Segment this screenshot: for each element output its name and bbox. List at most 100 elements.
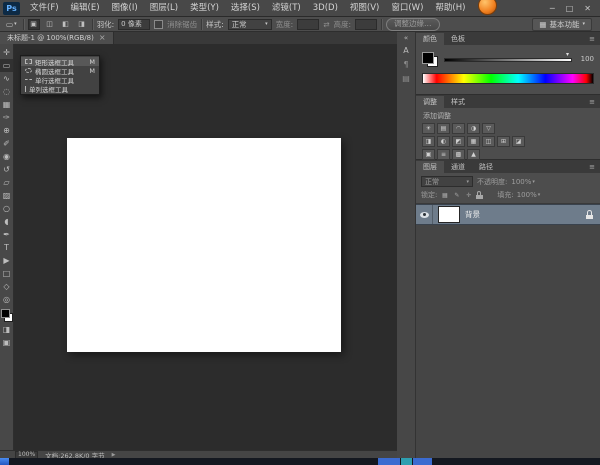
menu-layer[interactable]: 图层(L) — [144, 0, 184, 17]
subtract-from-selection-icon[interactable]: ◧ — [60, 19, 72, 30]
adjustment-icon[interactable]: ◐ — [437, 136, 450, 147]
layer-visibility-cell[interactable] — [416, 205, 433, 224]
path-selection-tool[interactable]: ▶ — [0, 254, 13, 267]
lock-all-icon[interactable] — [476, 191, 483, 199]
adjustment-icon[interactable]: ⊞ — [497, 136, 510, 147]
quick-mask-button[interactable]: ◨ — [0, 323, 13, 336]
taskbar-item[interactable] — [378, 458, 400, 465]
spot-healing-brush-tool[interactable]: ⊕ — [0, 124, 13, 137]
lock-image-pixels-icon[interactable]: ✎ — [452, 191, 461, 200]
fill-value[interactable]: 100% ▾ — [517, 191, 541, 199]
width-input[interactable] — [297, 19, 319, 30]
height-input[interactable] — [355, 19, 377, 30]
adjustment-icon[interactable]: ☀ — [422, 123, 435, 134]
adjustment-icon[interactable]: ▽ — [482, 123, 495, 134]
history-panel-icon[interactable]: ▤ — [399, 71, 414, 85]
hand-tool[interactable]: ◇ — [0, 280, 13, 293]
layer-row-background[interactable]: 背景 — [416, 204, 600, 225]
menu-3d[interactable]: 3D(D) — [307, 0, 344, 17]
panel-menu-icon[interactable]: ≡ — [589, 161, 600, 173]
blend-mode-select[interactable]: 正常 ▾ — [421, 176, 473, 187]
adjustment-icon[interactable]: ▣ — [422, 149, 435, 160]
close-icon[interactable]: ✕ — [584, 4, 591, 13]
adjustment-icon[interactable]: ◑ — [467, 123, 480, 134]
new-selection-icon[interactable]: ▣ — [28, 19, 40, 30]
status-flyout-arrow-icon[interactable]: ▶ — [112, 452, 116, 458]
menu-window[interactable]: 窗口(W) — [385, 0, 429, 17]
restore-icon[interactable]: □ — [566, 4, 574, 13]
add-to-selection-icon[interactable]: ◫ — [44, 19, 56, 30]
adjustment-icon[interactable]: ◨ — [422, 136, 435, 147]
slider-handle-icon[interactable]: ▾ — [566, 51, 569, 58]
lock-position-icon[interactable]: ✛ — [464, 191, 473, 200]
history-brush-tool[interactable]: ↺ — [0, 163, 13, 176]
swap-dimensions-icon[interactable]: ⇄ — [323, 20, 329, 29]
adjustment-icon[interactable]: ≡ — [437, 149, 450, 160]
tool-preset-picker[interactable]: ▭ ▾ — [4, 19, 19, 30]
tab-swatches[interactable]: 色板 — [444, 33, 472, 45]
lock-transparent-pixels-icon[interactable]: ▦ — [440, 191, 449, 200]
feather-input[interactable] — [118, 19, 150, 30]
workspace-switcher[interactable]: ▦ 基本功能 ▾ — [532, 18, 592, 31]
menu-image[interactable]: 图像(I) — [106, 0, 144, 17]
minimize-icon[interactable]: ─ — [550, 4, 555, 13]
foreground-color-swatch[interactable] — [422, 52, 434, 64]
foreground-color-swatch[interactable] — [1, 309, 10, 318]
tab-color[interactable]: 颜色 — [416, 33, 444, 45]
clone-stamp-tool[interactable]: ◉ — [0, 150, 13, 163]
menu-help[interactable]: 帮助(H) — [429, 0, 471, 17]
move-tool[interactable]: ✛ — [0, 46, 13, 59]
menu-file[interactable]: 文件(F) — [24, 0, 65, 17]
color-panel-swatches[interactable] — [422, 52, 438, 67]
lasso-tool[interactable]: ∿ — [0, 72, 13, 85]
menu-view[interactable]: 视图(V) — [344, 0, 385, 17]
taskbar-item[interactable] — [401, 458, 412, 465]
panel-menu-icon[interactable]: ≡ — [589, 33, 600, 45]
quick-selection-tool[interactable]: ◌ — [0, 85, 13, 98]
panel-menu-icon[interactable]: ≡ — [589, 96, 600, 108]
style-select[interactable]: 正常 ▾ — [228, 19, 272, 30]
tab-layers[interactable]: 图层 — [416, 161, 444, 173]
crop-tool[interactable]: ▦ — [0, 98, 13, 111]
adjustment-icon[interactable]: ▩ — [452, 149, 465, 160]
layer-thumbnail[interactable] — [438, 206, 460, 223]
adjustment-icon[interactable]: ◪ — [512, 136, 525, 147]
flyout-item-single-column-marquee[interactable]: 单列选框工具 — [21, 84, 99, 93]
color-swatches[interactable] — [1, 309, 13, 322]
background-lock-icon[interactable] — [586, 210, 593, 219]
antialias-checkbox[interactable] — [154, 20, 163, 29]
tab-adjustments[interactable]: 调整 — [416, 96, 444, 108]
adjustment-icon[interactable]: ▤ — [437, 123, 450, 134]
paragraph-panel-icon[interactable]: ¶ — [399, 57, 414, 71]
menu-filter[interactable]: 滤镜(T) — [266, 0, 307, 17]
document-tab[interactable]: 未标题-1 @ 100%(RGB/8) × — [0, 32, 114, 44]
color-spectrum-ramp[interactable] — [422, 73, 594, 84]
intersect-selection-icon[interactable]: ◨ — [76, 19, 88, 30]
zoom-tool[interactable]: ◎ — [0, 293, 13, 306]
tab-styles[interactable]: 样式 — [444, 96, 472, 108]
brush-tool[interactable]: ✐ — [0, 137, 13, 150]
type-tool[interactable]: T — [0, 241, 13, 254]
pen-tool[interactable]: ✒ — [0, 228, 13, 241]
expand-panels-icon[interactable]: « — [404, 33, 408, 43]
adjustment-icon[interactable]: ▲ — [467, 149, 480, 160]
eraser-tool[interactable]: ▱ — [0, 176, 13, 189]
adjustment-icon[interactable]: ◠ — [452, 123, 465, 134]
character-panel-icon[interactable]: A — [399, 43, 414, 57]
tab-close-icon[interactable]: × — [99, 33, 106, 43]
taskbar-item[interactable] — [413, 458, 432, 465]
adjustment-icon[interactable]: ◫ — [482, 136, 495, 147]
rectangle-tool[interactable]: □ — [0, 267, 13, 280]
tab-paths[interactable]: 路径 — [472, 161, 500, 173]
refine-edge-button[interactable]: 调整边缘… — [386, 18, 440, 31]
adjustment-icon[interactable]: ◩ — [452, 136, 465, 147]
dodge-tool[interactable]: ◖ — [0, 215, 13, 228]
eye-icon[interactable] — [420, 212, 429, 218]
menu-select[interactable]: 选择(S) — [225, 0, 266, 17]
adjustment-icon[interactable]: ▦ — [467, 136, 480, 147]
menu-type[interactable]: 类型(Y) — [184, 0, 225, 17]
document-canvas[interactable] — [67, 138, 341, 352]
rectangular-marquee-tool[interactable]: ▭ — [0, 59, 13, 72]
menu-edit[interactable]: 编辑(E) — [65, 0, 106, 17]
screen-mode-button[interactable]: ▣ — [0, 336, 13, 349]
